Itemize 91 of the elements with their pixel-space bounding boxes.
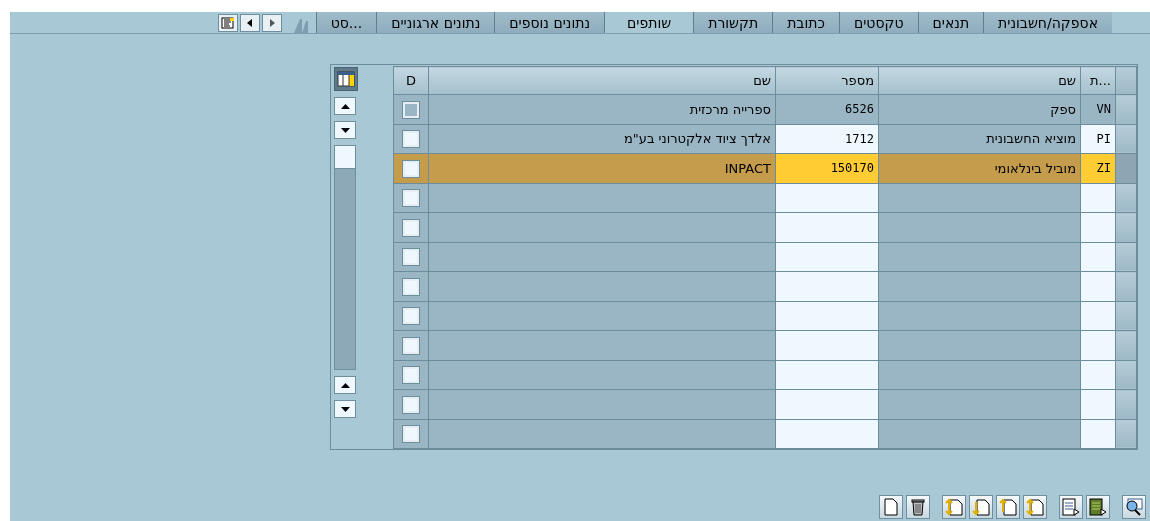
table-cell: ספק [878,94,1081,124]
page-down-button[interactable] [334,400,356,418]
checkbox[interactable] [403,337,419,354]
row-selector[interactable] [1115,360,1137,390]
row-selector[interactable] [1115,389,1137,419]
checkbox[interactable] [403,249,419,265]
tab[interactable]: תקשורת [693,12,773,33]
number-field[interactable] [775,360,879,390]
column-header[interactable]: שם [428,66,776,95]
left-arrow-icon [245,17,254,28]
number-field[interactable] [775,389,879,419]
scroll-down-button[interactable] [334,121,356,139]
checkbox[interactable] [403,190,419,206]
code-field[interactable] [1080,419,1116,449]
code-field[interactable] [1080,242,1116,272]
row-selector[interactable] [1115,242,1137,272]
list-details-button[interactable] [1086,495,1110,519]
scroll-up-button[interactable] [334,97,356,115]
insert-row-button[interactable] [942,495,966,519]
tab[interactable]: נתונים נוספים [494,12,605,33]
tab[interactable]: סט... [315,12,377,33]
next-tab-button[interactable] [261,13,282,32]
checkbox[interactable] [403,396,419,413]
number-field[interactable] [775,419,879,449]
code-field[interactable] [1080,360,1116,390]
move-down-button[interactable] [969,495,993,519]
previous-tab-button[interactable] [239,13,260,32]
column-header[interactable]: D [393,66,429,95]
code-field[interactable] [1080,271,1116,301]
number-field[interactable] [775,212,879,242]
column-header[interactable]: מספר [775,66,879,95]
code-field[interactable] [1080,301,1116,331]
delete-button[interactable] [906,495,930,519]
expand-row-button[interactable] [1023,495,1047,519]
move-up-button[interactable] [996,495,1020,519]
tab[interactable]: תנאים [917,12,984,33]
tab[interactable]: טקסטים [838,12,918,33]
column-header[interactable]: שם [878,66,1081,95]
row-selector[interactable] [1115,301,1137,331]
table-cell: INPACT [428,153,776,183]
down-arrow-icon [340,406,350,412]
table-cell: אלדך ציוד אלקטרוני בע"מ [428,124,776,154]
scrollbar-thumb[interactable] [335,146,355,169]
row-selector[interactable] [1115,183,1137,213]
code-field[interactable] [1080,183,1116,213]
page-up-button[interactable] [334,376,356,394]
code-field[interactable]: ZI [1080,153,1116,183]
up-arrow-icon [340,382,350,388]
number-field[interactable] [775,271,879,301]
row-selector[interactable] [1115,330,1137,360]
table-cell: מוציא החשבונית [878,124,1081,154]
checkbox[interactable] [403,131,419,147]
number-field[interactable] [775,330,879,360]
checkbox[interactable] [403,367,419,383]
number-field[interactable]: 150170 [775,153,879,183]
code-field[interactable] [1080,212,1116,242]
row-selector[interactable] [1115,419,1137,449]
column-settings-button[interactable] [334,67,358,91]
number-field[interactable] [775,242,879,272]
checkbox[interactable] [403,308,419,324]
row-selector[interactable] [1115,271,1137,301]
number-field[interactable] [775,183,879,213]
table-cell: מוביל בינלאומי [878,153,1081,183]
details-button[interactable] [1059,495,1083,519]
number-field[interactable]: 1712 [775,124,879,154]
search-button[interactable] [1122,495,1146,519]
tab-list-button[interactable] [217,13,238,32]
tab[interactable]: אספקה/חשבונית [983,12,1112,33]
code-field[interactable] [1080,330,1116,360]
column-header[interactable]: ת... [1080,66,1116,95]
checkbox[interactable] [403,426,419,442]
checkbox[interactable] [403,101,419,118]
checkbox[interactable] [403,160,419,177]
code-field[interactable]: PI [1080,124,1116,154]
new-document-button[interactable] [879,495,903,519]
code-field[interactable]: VN [1080,94,1116,124]
row-selector[interactable] [1115,124,1137,154]
checkbox[interactable] [403,278,419,295]
up-arrow-icon [340,103,350,109]
table-cell: ספרייה מרכזית [428,94,776,124]
tab[interactable]: כתובת [772,12,839,33]
code-field[interactable] [1080,389,1116,419]
row-selector[interactable] [1115,212,1137,242]
down-arrow-icon [340,127,350,133]
number-field[interactable]: 6526 [775,94,879,124]
row-selector[interactable] [1115,94,1137,124]
tab[interactable]: נתונים ארגוניים [376,12,495,33]
checkbox[interactable] [403,219,419,236]
number-field[interactable] [775,301,879,331]
right-arrow-icon [267,17,276,28]
select-all-button[interactable] [1115,66,1137,95]
